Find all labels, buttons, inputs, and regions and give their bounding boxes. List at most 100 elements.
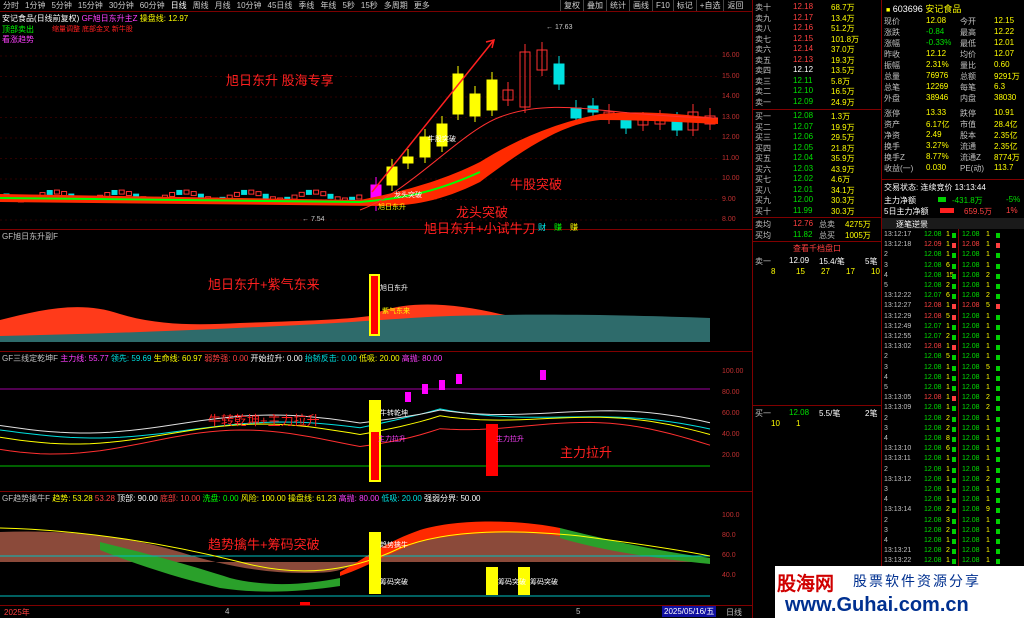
orderbook-row[interactable]: 买九 12.00 30.3万 [753, 195, 881, 206]
tick-time: 2 [884, 516, 888, 524]
tick-volume: 1 [986, 445, 990, 453]
main-net-label: 主力净额 [884, 196, 916, 205]
quote-label: 最低 [960, 39, 976, 48]
tick-marker [952, 559, 956, 565]
period-tab[interactable]: 季线 [295, 0, 317, 11]
tick-volume: 5 [946, 353, 950, 361]
y-tick-label: 100.00 [722, 368, 744, 375]
orderbook-row[interactable]: 买五 12.04 35.9万 [753, 153, 881, 164]
pane-sunrise-sub[interactable]: GF旭日东升副F 旭日东升+紫气东来 旭日东升 紫气东来 [0, 230, 752, 352]
level-price: 12.04 [793, 153, 814, 162]
main-net-bar [938, 197, 946, 202]
tick-price: 12.08 [924, 486, 942, 493]
pane3-label-qiankun: 牛转乾坤 [380, 410, 408, 417]
y-tick-label: 40.0 [722, 572, 736, 579]
tick-volume: 2 [946, 414, 950, 422]
tick-time: 3 [884, 261, 888, 269]
tick-price: 12.07 [924, 322, 942, 330]
toolbar-button[interactable]: 复权 [560, 0, 583, 11]
period-tab[interactable]: 10分钟 [234, 0, 265, 11]
tick-price: 12.08 [924, 251, 942, 259]
tick-volume: 1 [986, 557, 990, 565]
period-tab[interactable]: 1分钟 [22, 0, 48, 11]
period-tab[interactable]: 周线 [190, 0, 212, 11]
tick-price: 12.08 [924, 302, 942, 310]
tick-price: 12.08 [962, 373, 980, 381]
level-price: 12.08 [793, 111, 814, 120]
view-thousand-queue-button[interactable]: 查看千档盘口 [793, 243, 841, 254]
tick-volume: 1 [986, 251, 990, 259]
toolbar-button[interactable]: 标记 [672, 0, 696, 11]
period-tab[interactable]: 年线 [317, 0, 339, 11]
orderbook-row[interactable]: 买八 12.01 34.1万 [753, 185, 881, 196]
period-tab[interactable]: 多周期 [381, 0, 411, 11]
level-price: 12.14 [793, 44, 814, 53]
orderbook-row[interactable]: 卖九 12.17 13.4万 [753, 13, 881, 24]
period-tab[interactable]: 15秒 [358, 0, 381, 11]
tick-time: 2 [884, 353, 888, 361]
orderbook-row[interactable]: 买三 12.06 29.5万 [753, 132, 881, 143]
tick-marker [996, 314, 1000, 320]
tick-price: 12.08 [962, 496, 980, 504]
orderbook-row[interactable]: 卖一 12.09 24.9万 [753, 97, 881, 108]
orderbook-row[interactable]: 买十 11.99 30.3万 [753, 206, 881, 217]
toolbar-button[interactable]: 返回 [723, 0, 746, 11]
toolbar-button[interactable]: 叠加 [583, 0, 606, 11]
period-tab[interactable]: 60分钟 [137, 0, 168, 11]
toolbar-button[interactable]: +自选 [695, 0, 724, 11]
indicator-param: 弱势强: 0.00 [202, 354, 249, 363]
tick-time: 13:12:22 [884, 292, 912, 300]
tick-marker [952, 233, 956, 238]
period-tab[interactable]: 5秒 [339, 0, 357, 11]
orderbook-row[interactable]: 卖三 12.11 5.8万 [753, 76, 881, 87]
security-title: 安记食品(日线前复权) [2, 14, 80, 23]
tick-price: 12.08 [924, 526, 942, 534]
orderbook-row[interactable]: 卖六 12.14 37.0万 [753, 44, 881, 55]
queue-count: 2笔 [865, 409, 878, 418]
queue-label: 卖一 [755, 257, 771, 266]
toolbar-button[interactable]: 画线 [629, 0, 652, 11]
chart-area[interactable]: 安记食品(日线前复权) GF旭日东升主Z 操盘线: 12.97 顶部卖出 看涨趋… [0, 12, 752, 618]
quote-label: 净资 [884, 131, 900, 140]
orderbook-row[interactable]: 卖五 12.13 19.3万 [753, 55, 881, 66]
period-tab[interactable]: 30分钟 [106, 0, 137, 11]
tick-time: 13:13:12 [884, 475, 912, 483]
orderbook-row[interactable]: 买一 12.08 1.3万 [753, 111, 881, 122]
orderbook-row[interactable]: 买七 12.02 4.6万 [753, 174, 881, 185]
orderbook-row[interactable]: 买二 12.07 19.9万 [753, 122, 881, 133]
orderbook-row[interactable]: 卖八 12.16 51.2万 [753, 23, 881, 34]
tick-volume: 1 [986, 231, 990, 238]
period-tab[interactable]: 分时 [0, 0, 22, 11]
level-volume: 5.8万 [831, 76, 851, 86]
orderbook-row[interactable]: 卖十 12.18 68.7万 [753, 2, 881, 13]
tick-marker [952, 386, 956, 391]
tick-marker [996, 345, 1000, 351]
indicator-param: 趋势: 53.28 [52, 494, 93, 503]
queue-order: 27 [821, 267, 830, 276]
quote-value: 2.35亿 [994, 142, 1018, 151]
orderbook-row[interactable]: 卖七 12.15 101.8万 [753, 34, 881, 45]
main-kline-pane[interactable]: 安记食品(日线前复权) GF旭日东升主Z 操盘线: 12.97 顶部卖出 看涨趋… [0, 12, 752, 236]
orderbook-row[interactable]: 买六 12.03 43.9万 [753, 164, 881, 175]
period-tab[interactable]: 45日线 [265, 0, 296, 11]
orderbook-row[interactable]: 卖二 12.10 16.5万 [753, 86, 881, 97]
quote-panel: ■ 603696 安记食品 现价 12.08 今开 12.15 涨跌 -0.84 最高 12.… [882, 0, 1024, 618]
pane-trend-bull[interactable]: GF趋势擒牛F 趋势: 53.28 53.28 顶部: 90.00 底部: 10… [0, 492, 752, 617]
tick-volume: 1 [986, 282, 990, 289]
tick-marker [952, 508, 956, 514]
orderbook-row[interactable]: 卖四 12.12 13.5万 [753, 65, 881, 76]
tick-price: 12.08 [962, 384, 980, 391]
toolbar-button[interactable]: F10 [652, 0, 673, 11]
toolbar-button[interactable]: 统计 [606, 0, 629, 11]
quote-label: 现价 [884, 17, 900, 26]
tick-volume: 1 [986, 322, 990, 330]
period-tab[interactable]: 更多 [411, 0, 433, 11]
orderbook-row[interactable]: 买四 12.05 21.8万 [753, 143, 881, 154]
period-tab[interactable]: 日线 [168, 0, 190, 11]
period-tab[interactable]: 15分钟 [75, 0, 106, 11]
main-net-pct: -5% [1006, 195, 1021, 204]
pane-three-lines[interactable]: GF三线定乾坤F 主力线: 55.77 领先: 59.69 生命线: 60.97… [0, 352, 752, 492]
level-label: 卖四 [755, 66, 771, 75]
period-tab[interactable]: 5分钟 [48, 0, 74, 11]
period-tab[interactable]: 月线 [212, 0, 234, 11]
